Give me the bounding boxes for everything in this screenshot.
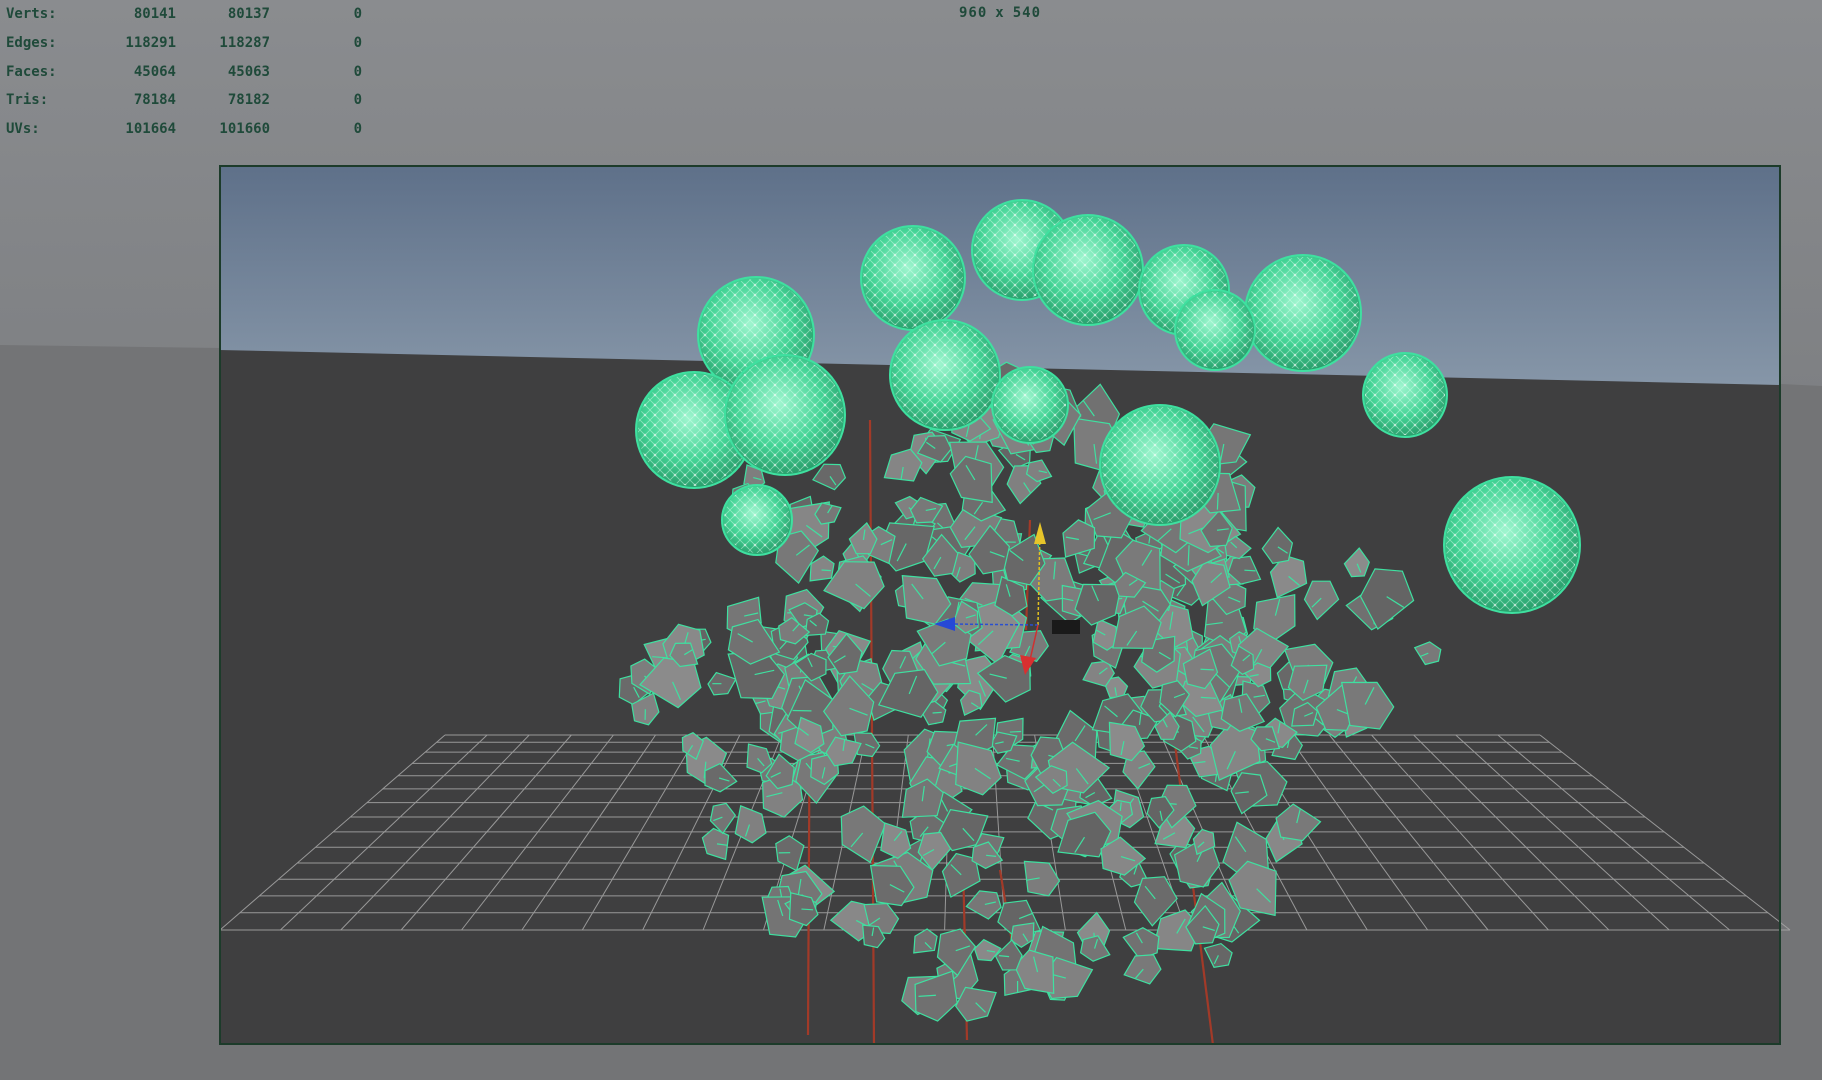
- hud-value: 118291: [125, 35, 176, 52]
- hud-value: 45064: [133, 63, 176, 80]
- hud-row-edges: Edges: 118291 118287 0: [6, 29, 362, 58]
- hud-value: 78184: [133, 92, 176, 109]
- hud-label: Edges:: [6, 35, 57, 52]
- hud-label: UVs:: [6, 121, 40, 138]
- resolution-sep: x: [995, 5, 1005, 21]
- resolution-height: 540: [1012, 5, 1042, 21]
- hud-label: Tris:: [6, 92, 49, 109]
- hud-label: Faces:: [6, 63, 57, 80]
- scene-canvas[interactable]: [0, 0, 1822, 1080]
- hud-value: 101660: [219, 121, 270, 138]
- resolution-readout: 960 x 540: [955, 5, 1045, 21]
- poly-count-hud: Verts: 80141 80137 0 Edges: 118291 11828…: [6, 0, 362, 143]
- hud-value: 80141: [133, 6, 176, 23]
- hud-value: 0: [353, 6, 362, 23]
- hud-value: 0: [353, 35, 362, 52]
- hud-value: 45063: [227, 63, 270, 80]
- maya-viewport[interactable]: Verts: 80141 80137 0 Edges: 118291 11828…: [0, 0, 1822, 1080]
- hud-value: 0: [353, 121, 362, 138]
- resolution-width: 960: [959, 5, 988, 21]
- hud-label: Verts:: [6, 6, 57, 23]
- hud-value: 101664: [125, 121, 176, 138]
- hud-row-uvs: UVs: 101664 101660 0: [6, 115, 362, 144]
- hud-row-verts: Verts: 80141 80137 0: [6, 0, 362, 29]
- hud-value: 0: [353, 92, 362, 109]
- hud-value: 80137: [227, 6, 270, 23]
- hud-row-tris: Tris: 78184 78182 0: [6, 86, 362, 115]
- hud-value: 78182: [227, 92, 270, 109]
- hud-value: 0: [353, 63, 362, 80]
- hud-value: 118287: [219, 35, 270, 52]
- hud-row-faces: Faces: 45064 45063 0: [6, 57, 362, 86]
